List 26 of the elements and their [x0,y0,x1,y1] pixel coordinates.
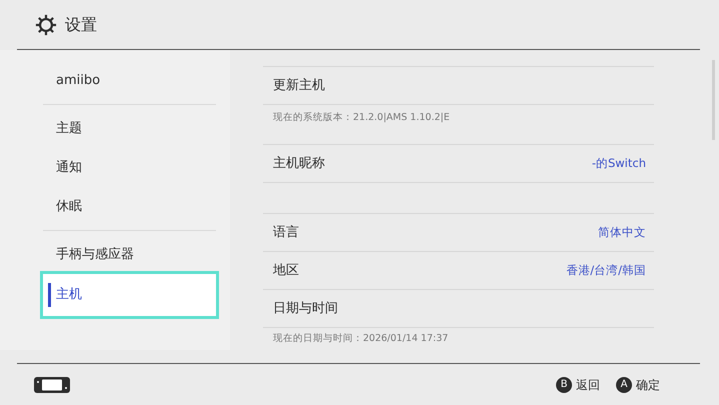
sidebar-item[interactable]: 主题 [43,109,216,148]
console-icon [33,376,71,394]
sidebar-item[interactable]: 主机 [43,274,216,316]
settings-icon [35,14,57,36]
setting-label: 主机昵称 [273,154,325,173]
settings-row[interactable]: 更新主机 [263,67,654,105]
setting-label: 更新主机 [273,76,325,95]
setting-note: 现在的日期与时间：2026/01/14 17:37 [272,332,450,346]
setting-label: 日期与时间 [273,300,338,318]
setting-label: 语言 [273,224,299,242]
sidebar-item[interactable]: amiibo [43,61,216,100]
settings-row[interactable]: 语言 简体中文 [263,214,654,252]
sidebar-item[interactable]: 休眠 [43,187,216,226]
setting-value: -的Switch [592,154,646,172]
sidebar-item[interactable]: 通知 [43,148,216,187]
setting-value: 香港/台湾/韩国 [566,262,646,279]
setting-note: 现在的系统版本：21.2.0|AMS 1.10.2|E [263,105,654,145]
sidebar-item[interactable]: 手柄与感应器 [43,235,216,274]
page-title: 设置 [65,14,97,36]
setting-value: 简体中文 [598,224,646,241]
settings-row[interactable]: 主机昵称 -的Switch [263,145,654,183]
footer-button[interactable]: B 返回 [556,376,600,394]
setting-label: 地区 [273,262,299,280]
settings-row[interactable]: 日期与时间 [263,290,654,328]
settings-row[interactable]: 地区 香港/台湾/韩国 [263,252,654,290]
footer-button[interactable]: A 确定 [616,376,660,394]
